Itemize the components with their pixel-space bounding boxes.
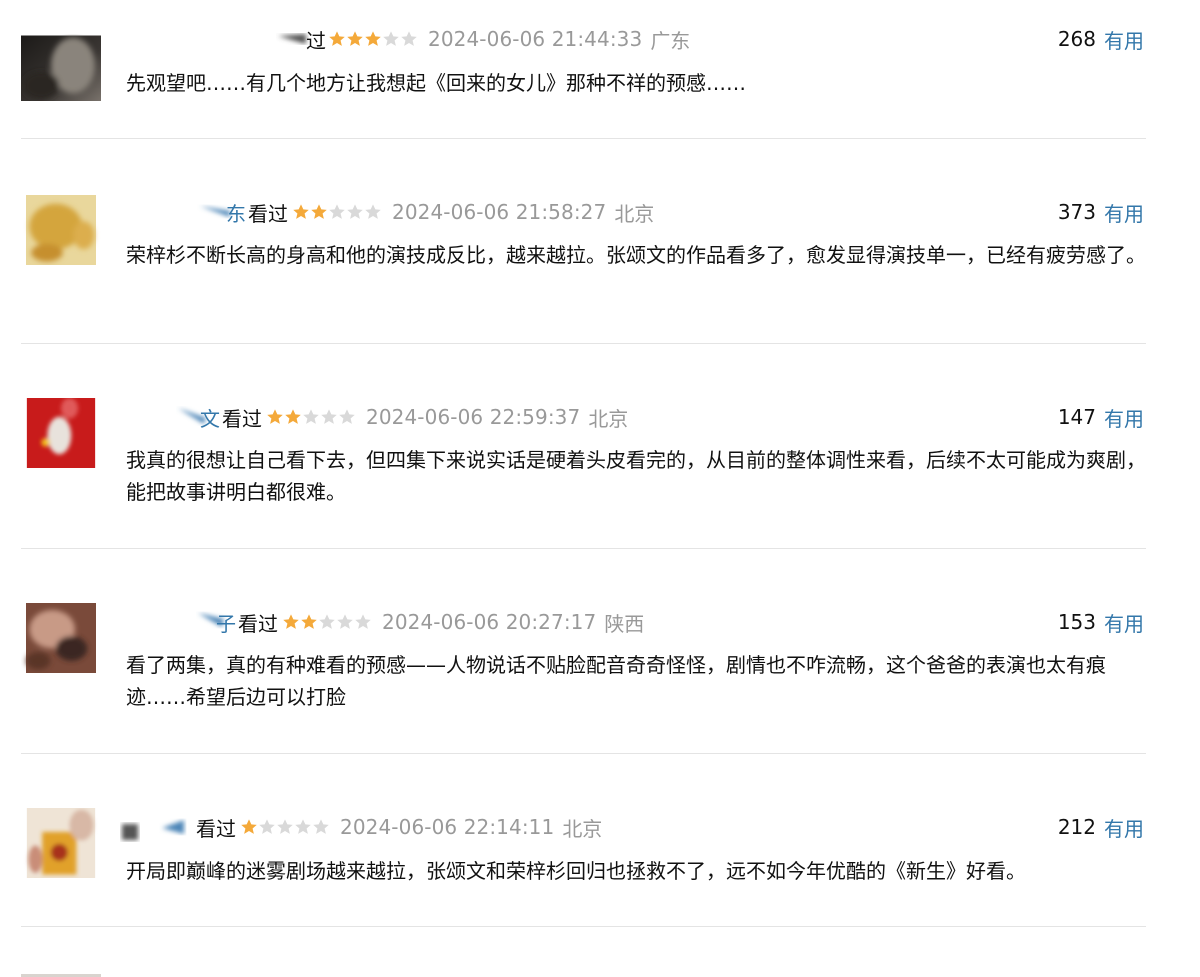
username-link[interactable]: 东 — [226, 198, 246, 227]
star-empty-icon — [303, 409, 319, 424]
review-location: 广东 — [650, 28, 691, 53]
divider — [21, 138, 1146, 139]
blurred-avatar-red-icon — [26, 398, 96, 468]
useful-button[interactable]: 有用 — [1104, 608, 1144, 637]
review-content: 我真的很想让自己看下去，但四集下来说实话是硬着头皮看完的，从目前的整体调性来看，… — [126, 448, 1146, 504]
blurred-avatar-dark-icon — [21, 35, 101, 101]
divider — [21, 753, 1146, 754]
review-time: 2024-06-06 21:58:27 — [392, 200, 607, 224]
star-empty-icon — [337, 614, 353, 629]
review-time: 2024-06-06 22:59:37 — [366, 405, 581, 429]
blurred-avatar-yellow-icon — [26, 195, 96, 265]
star-filled-icon — [267, 409, 283, 424]
user-avatar[interactable] — [21, 808, 101, 890]
useful-button[interactable]: 有用 — [1104, 25, 1144, 54]
star-filled-icon — [285, 409, 301, 424]
vote-count: 373 — [1057, 200, 1096, 224]
star-empty-icon — [295, 819, 311, 834]
useful-button[interactable]: 有用 — [1104, 403, 1144, 432]
username-link[interactable]: 文 — [200, 403, 220, 432]
rating-stars — [292, 203, 382, 221]
star-filled-icon — [365, 31, 381, 46]
rating-stars — [240, 818, 330, 836]
watched-label: 看过 — [238, 611, 278, 636]
review-time: 2024-06-06 22:14:11 — [340, 815, 555, 839]
star-filled-icon — [241, 819, 257, 834]
review-meta: 看过 2024-06-06 22:14:11 北京 — [196, 814, 603, 841]
rating-stars — [282, 613, 372, 631]
review-content: 开局即巅峰的迷雾剧场越来越拉，张颂文和荣梓杉回归也拯救不了，远不如今年优酷的《新… — [126, 859, 1026, 883]
review-location: 北京 — [614, 201, 655, 226]
vote-area: 373 有用 — [1057, 198, 1144, 227]
divider — [21, 343, 1146, 344]
vote-count: 147 — [1057, 405, 1096, 429]
star-empty-icon — [319, 614, 335, 629]
rating-stars — [328, 30, 418, 48]
review-location: 陕西 — [604, 611, 645, 636]
star-filled-icon — [311, 204, 327, 219]
review-content: 荣梓杉不断长高的身高和他的演技成反比，越来越拉。张颂文的作品看多了，愈发显得演技… — [126, 243, 1146, 267]
star-empty-icon — [383, 31, 399, 46]
review-meta: 子 看过 2024-06-06 20:27:17 陕西 — [216, 608, 645, 637]
star-filled-icon — [329, 31, 345, 46]
vote-count: 212 — [1057, 815, 1096, 839]
review-location: 北京 — [588, 406, 629, 431]
star-empty-icon — [365, 204, 381, 219]
star-empty-icon — [355, 614, 371, 629]
watched-label: 看过 — [248, 201, 288, 226]
username-link[interactable]: 子 — [216, 608, 236, 637]
star-empty-icon — [313, 819, 329, 834]
divider — [21, 926, 1146, 927]
next-user-avatar[interactable] — [21, 968, 101, 977]
review-content: 先观望吧……有几个地方让我想起《回来的女儿》那种不祥的预感…… — [126, 71, 746, 95]
review-meta: 东 看过 2024-06-06 21:58:27 北京 — [226, 198, 655, 227]
vote-count: 153 — [1057, 610, 1096, 634]
vote-area: 147 有用 — [1057, 403, 1144, 432]
vote-area: 212 有用 — [1057, 813, 1144, 842]
star-empty-icon — [339, 409, 355, 424]
user-avatar[interactable] — [21, 34, 101, 101]
star-empty-icon — [321, 409, 337, 424]
star-filled-icon — [347, 31, 363, 46]
review-meta: 过 2024-06-06 21:44:33 广东 — [306, 25, 691, 54]
review-meta: 文 看过 2024-06-06 22:59:37 北京 — [200, 403, 629, 432]
vote-area: 153 有用 — [1057, 608, 1144, 637]
star-empty-icon — [329, 204, 345, 219]
star-filled-icon — [293, 204, 309, 219]
useful-button[interactable]: 有用 — [1104, 198, 1144, 227]
username-link[interactable]: 过 — [306, 25, 326, 54]
watched-label: 看过 — [196, 816, 236, 841]
vote-area: 268 有用 — [1057, 25, 1144, 54]
divider — [21, 548, 1146, 549]
useful-button[interactable]: 有用 — [1104, 813, 1144, 842]
review-list: 过 2024-06-06 21:44:33 广东 268 有用 先观望吧……有几… — [0, 0, 1200, 977]
user-avatar[interactable] — [21, 603, 101, 683]
review-location: 北京 — [562, 816, 603, 841]
star-empty-icon — [347, 204, 363, 219]
star-filled-icon — [283, 614, 299, 629]
blurred-username — [118, 816, 188, 840]
review-time: 2024-06-06 21:44:33 — [428, 27, 643, 51]
star-empty-icon — [259, 819, 275, 834]
blurred-username — [276, 28, 310, 50]
star-empty-icon — [401, 31, 417, 46]
blurred-avatar-book-icon — [26, 808, 96, 878]
vote-count: 268 — [1057, 27, 1096, 51]
star-empty-icon — [277, 819, 293, 834]
user-avatar[interactable] — [21, 398, 101, 480]
user-avatar[interactable] — [21, 195, 101, 275]
review-time: 2024-06-06 20:27:17 — [382, 610, 597, 634]
blurred-avatar-brown-icon — [26, 603, 96, 673]
star-filled-icon — [301, 614, 317, 629]
review-content: 看了两集，真的有种难看的预感——人物说话不贴脸配音奇奇怪怪，剧情也不咋流畅，这个… — [126, 653, 1106, 709]
watched-label: 看过 — [222, 406, 262, 431]
rating-stars — [266, 408, 356, 426]
